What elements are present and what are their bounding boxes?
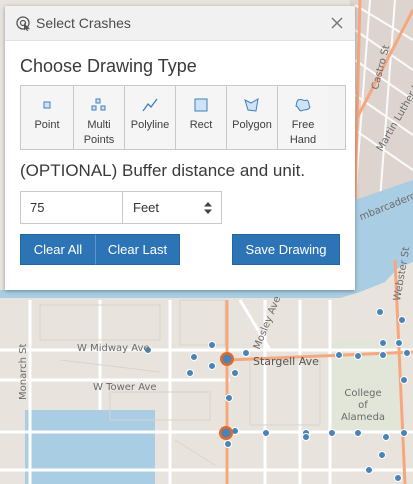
tool-point[interactable]: Point [21, 86, 73, 149]
tool-label: Point [34, 119, 60, 131]
street-label: Monarch St [18, 343, 29, 400]
freehand-icon [294, 96, 312, 114]
tool-multi-points[interactable]: Multi Points [73, 86, 124, 149]
tool-label: Polyline [130, 119, 170, 131]
select-crashes-panel: Select Crashes Choose Drawing Type Point [5, 6, 355, 290]
street-label: W Midway Ave [77, 343, 150, 354]
tool-polyline[interactable]: Polyline [124, 86, 175, 149]
panel-header[interactable]: Select Crashes [5, 6, 355, 41]
polygon-icon [243, 96, 261, 114]
close-icon[interactable] [329, 15, 345, 31]
save-drawing-button[interactable]: Save Drawing [232, 234, 340, 265]
panel-title: Select Crashes [36, 15, 131, 31]
tool-free-hand[interactable]: Free Hand [277, 86, 328, 149]
tool-label: Multi Points [83, 119, 115, 146]
point-icon [38, 96, 56, 114]
buffer-unit-select[interactable]: Feet [123, 191, 222, 224]
buffer-heading: (OPTIONAL) Buffer distance and unit. [20, 161, 306, 180]
clear-last-button[interactable]: Clear Last [95, 234, 180, 265]
tool-label: Rect [189, 119, 213, 131]
choose-drawing-type-heading: Choose Drawing Type [20, 56, 197, 76]
select-arrows-icon [203, 201, 213, 218]
unit-select-value: Feet [133, 200, 160, 215]
place-label: College of Alameda [340, 388, 386, 423]
buffer-distance-input[interactable] [20, 191, 123, 224]
multipoint-icon [90, 96, 108, 114]
rectangle-icon [192, 96, 210, 114]
street-label: W Tower Ave [93, 382, 157, 393]
street-label: Stargell Ave [253, 355, 319, 368]
tool-polygon[interactable]: Polygon [226, 86, 277, 149]
polyline-icon [141, 96, 159, 114]
select-crashes-icon [15, 15, 32, 32]
tool-rect[interactable]: Rect [175, 86, 226, 149]
drawing-type-toolbar: Point Multi Points Polyline Rect Polygon… [20, 85, 346, 150]
tool-label: Free Hand [289, 119, 317, 146]
clear-all-button[interactable]: Clear All [20, 234, 96, 265]
tool-label: Polygon [232, 119, 272, 131]
